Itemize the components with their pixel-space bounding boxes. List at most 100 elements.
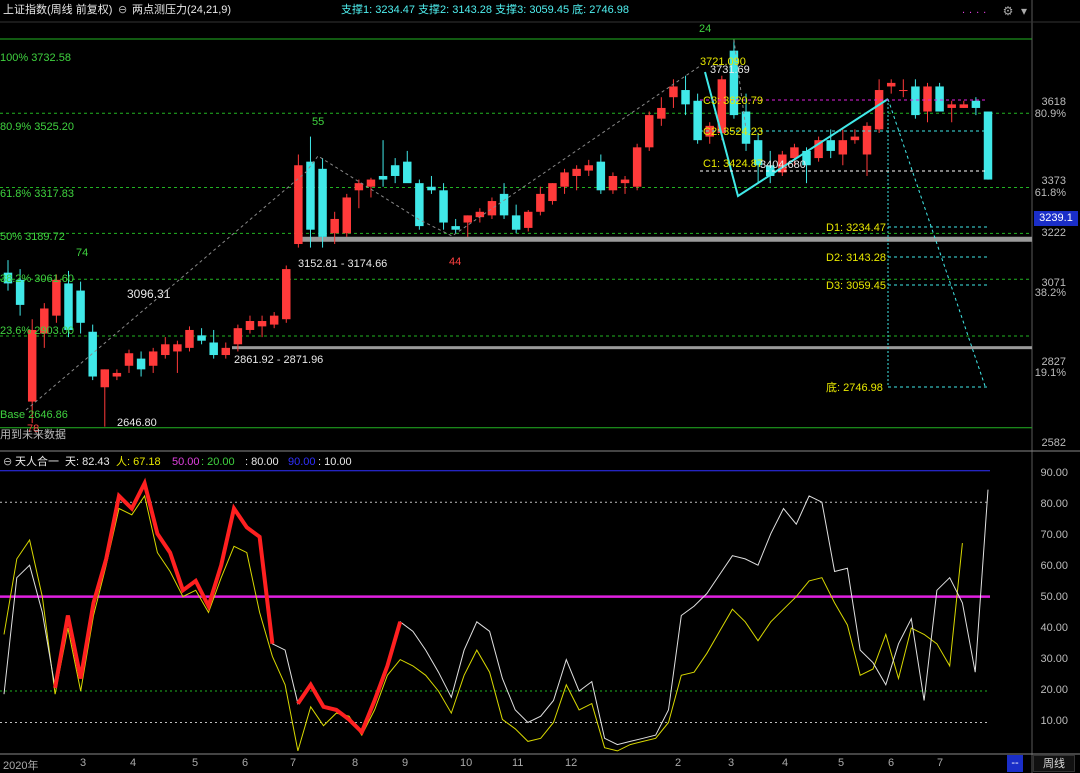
candle-body <box>899 90 908 92</box>
indicator-tick: 50.00 <box>1040 591 1068 603</box>
candle-body <box>886 82 896 87</box>
time-tick: 3 <box>728 757 735 769</box>
candle-body <box>88 331 97 377</box>
indicator-title[interactable]: 两点测压力(24,21,9) <box>132 4 231 17</box>
candle-body <box>850 136 860 141</box>
gap-range-label: 2861.92 - 2871.96 <box>234 354 324 366</box>
time-tick: 5 <box>838 757 845 769</box>
period-button[interactable]: 周线 <box>1033 755 1075 772</box>
settings-icon[interactable]: ⚙ <box>1000 3 1016 19</box>
scroll-down-icon[interactable]: ▾ <box>1016 3 1032 19</box>
time-tick: 3 <box>80 757 87 769</box>
target-d1-label: D1: 3234.47 <box>826 222 886 234</box>
indicator-name[interactable]: 天人合一 <box>15 456 59 469</box>
wave-value-label: 3096.31 <box>127 287 171 301</box>
index-title[interactable]: 上证指数(周线 前复权) <box>3 4 112 17</box>
candle-body <box>548 183 557 202</box>
count-label: 44 <box>449 256 462 268</box>
c1-value-label: 3404.680 <box>760 159 806 171</box>
candle-body <box>161 344 170 356</box>
candle-body <box>124 353 134 366</box>
candle-body <box>693 100 702 141</box>
price-tick: 3618 <box>1041 96 1066 108</box>
indicator-toggle-icon[interactable]: ⊖ <box>3 456 12 469</box>
candle-body <box>209 342 218 356</box>
count-label: 74 <box>76 247 89 259</box>
price-tick: 2582 <box>1041 437 1066 449</box>
indicator-ren-line <box>3 494 963 752</box>
candle-body <box>983 111 993 180</box>
candle-body <box>439 190 448 223</box>
gap-range-label: 3152.81 - 3174.66 <box>298 258 388 270</box>
candle-body <box>971 100 981 108</box>
indicator-tick: 70.00 <box>1040 529 1068 541</box>
candle-body <box>233 328 243 345</box>
chart-canvas[interactable] <box>0 0 1080 773</box>
current-price-tag: 3239.1 <box>1034 211 1078 226</box>
indicator-level-20: : 20.00 <box>201 456 235 468</box>
candle-body <box>463 215 472 223</box>
indicator-red-segment <box>296 621 403 736</box>
pct-tick: 80.9% <box>1034 108 1066 120</box>
candle-body <box>330 218 339 234</box>
indicator-level-90: 90.00 <box>288 456 316 468</box>
target-c2-label: C2: 3524.23 <box>703 126 763 138</box>
candle-body <box>620 179 630 184</box>
target-d3-label: D3: 3059.45 <box>826 280 886 292</box>
candle-body <box>390 165 400 176</box>
fib-236-label: 23.6% 2903.00 <box>0 325 75 337</box>
candle-body <box>342 197 351 234</box>
price-tick: 3222 <box>1041 227 1066 239</box>
candle-body <box>76 290 85 323</box>
indicator-tick: 60.00 <box>1040 560 1068 572</box>
target-c3-label: C3: 3620.79 <box>703 95 763 107</box>
candle-body <box>862 125 872 155</box>
candle-body <box>366 179 376 187</box>
candle-body <box>197 335 206 341</box>
peak-label: 3731.69 <box>710 64 750 76</box>
candle-body <box>524 211 533 228</box>
fib-100-label: 100% 3732.58 <box>0 52 71 64</box>
candle-body <box>221 347 231 356</box>
candle-body <box>681 90 690 105</box>
time-tick: 7 <box>290 757 297 769</box>
candle-body <box>282 269 291 320</box>
pct-tick: 61.8% <box>1034 187 1066 199</box>
candle-body <box>257 321 267 327</box>
candle-body <box>318 168 327 237</box>
time-tick: 2 <box>675 757 682 769</box>
indicator-tick: 10.00 <box>1040 715 1068 727</box>
fib-382-label: 38.2% 3061.60 <box>0 273 75 285</box>
candle-body <box>838 140 848 155</box>
support-band <box>232 346 1032 350</box>
support-band <box>295 236 1032 242</box>
dash-button[interactable]: -- <box>1007 755 1023 772</box>
time-tick: 6 <box>888 757 895 769</box>
indicator-toggle-icon[interactable]: ⊖ <box>118 4 127 17</box>
indicator-tick: 40.00 <box>1040 622 1068 634</box>
candle-body <box>657 107 666 119</box>
indicator-tian-line <box>3 481 989 746</box>
candle-body <box>415 183 424 227</box>
candle-body <box>427 186 436 191</box>
candle-body <box>874 90 884 130</box>
time-tick: 12 <box>565 757 578 769</box>
candle-body <box>560 172 569 187</box>
candle-body <box>27 329 37 402</box>
fib-50-label: 50% 3189.72 <box>0 231 65 243</box>
time-tick: 7 <box>937 757 944 769</box>
time-tick: 5 <box>192 757 199 769</box>
target-bottom-label: 底: 2746.98 <box>826 382 883 394</box>
candle-body <box>136 358 146 370</box>
candle-body <box>536 193 545 212</box>
chart-header: 上证指数(周线 前复权) ⊖ 两点测压力(24,21,9) 支撑1: 3234.… <box>0 0 1080 22</box>
indicator-level-10: : 10.00 <box>318 456 352 468</box>
projection-line <box>887 98 986 387</box>
time-tick: 6 <box>242 757 249 769</box>
pct-tick: 19.1% <box>1034 367 1066 379</box>
indicator-tick: 90.00 <box>1040 467 1068 479</box>
candle-body <box>354 183 364 191</box>
time-tick: 8 <box>352 757 359 769</box>
candle-body <box>959 104 969 108</box>
candle-body <box>185 329 194 348</box>
